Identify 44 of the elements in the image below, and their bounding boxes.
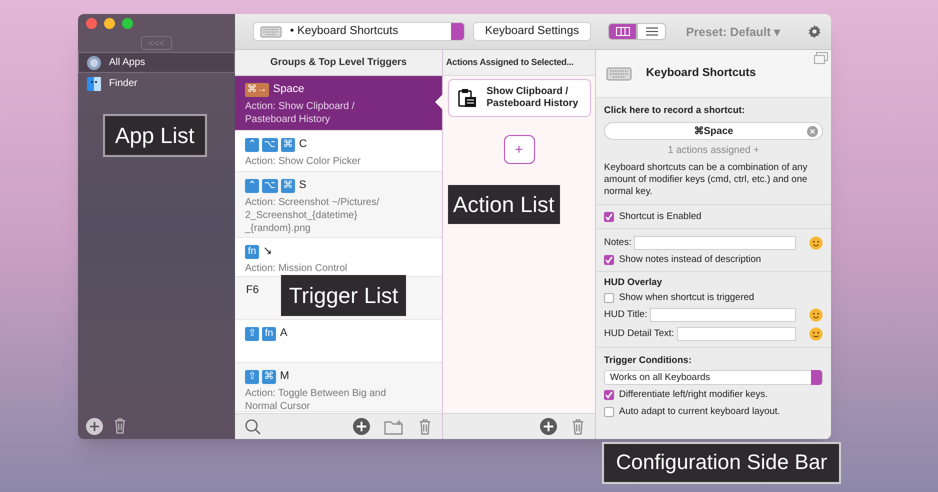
annotation-tooltip: Action List [448, 185, 560, 224]
checkbox-label: Differentiate left/right modifier keys. [619, 388, 768, 402]
trigger-action: Action: Mission Control [245, 262, 348, 275]
modifier-key: ⌥ [262, 178, 278, 192]
section-heading: HUD Overlay [604, 276, 664, 290]
trigger-action: Action: Show Color Picker [245, 155, 362, 168]
trigger-key: F6 [246, 282, 259, 299]
annotation-tooltip: Trigger List [281, 275, 406, 316]
trigger-action: Action: Screenshot ~/Pictures/ 2_Screenshot_{datetime} _{random}.png [245, 196, 380, 235]
column-header: Actions Assigned to Selected... [443, 50, 595, 76]
modifier-key: ⇧ [245, 370, 259, 384]
config-title: Keyboard Shortcuts [646, 66, 756, 81]
modifier-key: ⌘ [281, 138, 295, 152]
trigger-key: S [299, 177, 306, 194]
modifier-key: ⌘ [281, 178, 295, 192]
checkbox-label: Show notes instead of description [619, 252, 762, 267]
trigger-key: C [299, 136, 307, 153]
modifier-key: ⌥ [262, 138, 278, 152]
action-label: Show Clipboard / Pasteboard History [486, 86, 580, 110]
modifier-key: ⌃ [245, 178, 259, 192]
modifier-key: ⌘ [262, 370, 276, 384]
modifier-key: ⌃ [245, 138, 259, 152]
modifier-key: fn [262, 326, 276, 340]
checkbox-label: Show when shortcut is triggered [619, 290, 754, 305]
field-label: Notes: [604, 236, 632, 250]
trigger-action: Action: Show Clipboard / Pasteboard History [245, 100, 356, 126]
checkbox-label: Auto adapt to current keyboard layout. [619, 404, 780, 419]
field-label: HUD Title: [604, 308, 648, 322]
checkbox-label: Shortcut is Enabled [619, 210, 702, 224]
help-text: Keyboard shortcuts can be a combination of any amount of modifier keys (cmd, ctrl, etc.) and one normal key. [604, 162, 808, 198]
field-label: HUD Detail Text: [604, 326, 674, 341]
section-heading: Trigger Conditions: [604, 354, 693, 368]
trigger-key: M [280, 368, 290, 385]
trigger-key: Space [273, 81, 304, 98]
section-heading: Click here to record a shortcut: [604, 104, 746, 118]
trigger-action: Action: Toggle Between Big and Normal Cursor [245, 387, 388, 413]
modifier-key: ⌘→ [245, 82, 269, 96]
annotation-tooltip: Configuration Side Bar [602, 442, 842, 484]
column-header: Groups & Top Level Triggers [235, 50, 442, 76]
modifier-key: fn [245, 244, 259, 258]
trigger-key: A [280, 325, 288, 342]
trigger-key: ↘ [263, 243, 272, 260]
annotation-tooltip: App List [103, 114, 206, 157]
modifier-key: ⇧ [245, 326, 259, 340]
